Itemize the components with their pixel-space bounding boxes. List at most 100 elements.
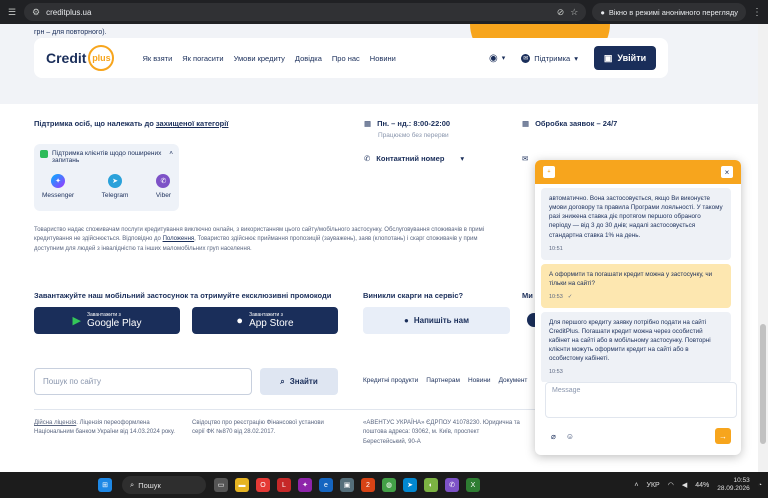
viber-icon: ✆ [156, 174, 171, 188]
viber-link[interactable]: ✆ Viber [156, 174, 171, 199]
url-text: creditplus.ua [46, 7, 92, 17]
page-scrollbar[interactable] [758, 24, 768, 472]
support-card-title: Підтримка клієнтів щодо поширених запита… [52, 150, 162, 164]
wifi-icon[interactable]: ◠ [668, 481, 674, 489]
app-l-icon[interactable]: L [277, 478, 291, 492]
creditplus-logo[interactable]: Credit plus [46, 45, 115, 71]
volume-icon[interactable]: ◀ [682, 481, 687, 489]
send-button[interactable]: → [715, 428, 731, 444]
chat-message-input[interactable]: Message [545, 382, 737, 418]
file-explorer-icon[interactable]: ▬ [235, 478, 249, 492]
clock[interactable]: 10:53 28.09.2026 [717, 477, 750, 494]
viber-icon[interactable]: ✆ [445, 478, 459, 492]
telegram-icon: ➤ [108, 174, 123, 188]
windows-taskbar: ⊞ ⌕ Пошук ▭ ▬ O L ✦ e ▣ 2 ◍ ➤ ◐ ✆ X ˄ УК… [0, 472, 768, 498]
chevron-down-icon[interactable]: ▾ [502, 54, 506, 62]
chat-logo-icon: + [543, 166, 555, 178]
logo-text: Credit [46, 50, 87, 66]
app-store-button[interactable]: ● Завантажити з App Store [192, 307, 338, 334]
protected-category-link[interactable]: захищеної категорії [156, 119, 229, 128]
chrome-icon[interactable]: ◍ [382, 478, 396, 492]
apps-title: Завантажуйте наш мобільний застосунок та… [34, 291, 332, 300]
notification-bell-icon[interactable]: ◔ [758, 482, 762, 489]
apple-icon: ● [236, 314, 244, 327]
footer-link-news[interactable]: Новини [468, 377, 491, 384]
nav-link-about[interactable]: Про нас [332, 54, 360, 63]
login-icon: ▣ [603, 52, 613, 63]
footer-link-products[interactable]: Кредитні продукти [363, 377, 418, 384]
chat-message-bot: автоматично. Вона застосовується, якщо В… [541, 188, 731, 260]
protected-category-row: Підтримка осіб, що належать до захищеної… [34, 119, 228, 128]
site-info-icon[interactable]: ⚙ [32, 7, 40, 18]
support-dropdown[interactable]: ✉ Підтримка ▾ [521, 53, 578, 63]
search-button[interactable]: ⌕ Знайти [260, 368, 338, 395]
scrollbar-thumb[interactable] [760, 324, 766, 444]
login-button[interactable]: ▣ Увійти [594, 46, 656, 70]
contact-dropdown[interactable]: ✆ Контактний номер ▾ [364, 154, 464, 163]
footer-license: Дійсна ліцензія. Ліцензія переоформлена … [34, 419, 184, 438]
messenger-link[interactable]: ✦ Messenger [42, 174, 74, 199]
footer-links: Кредитні продукти Партнерам Новини Докум… [363, 377, 527, 384]
battery-percent[interactable]: 44% [695, 482, 709, 489]
app-icon[interactable]: ▣ [340, 478, 354, 492]
app-store-label: App Store [249, 318, 294, 329]
copilot-icon[interactable]: ✦ [298, 478, 312, 492]
hours-label: Пн. – нд.: 8:00-22:00 [377, 119, 451, 128]
accessibility-eye-icon[interactable]: ◉ [489, 53, 498, 64]
search-icon: ⌕ [280, 376, 285, 386]
notice-line-1: Товариство надає споживачам послуги кред… [34, 227, 485, 233]
footer-link-partners[interactable]: Партнерам [426, 377, 460, 384]
nav-link-how-to-get[interactable]: Як взяти [142, 54, 172, 63]
tray-chevron-icon[interactable]: ˄ [634, 482, 638, 489]
nav-link-help[interactable]: Довідка [295, 54, 322, 63]
chat-header: + × [535, 160, 741, 184]
notice-line-3: доступним для людей з інвалідністю та ін… [34, 245, 252, 252]
message-text: А оформити та погашати кредит можна у за… [549, 270, 713, 287]
taskbar-search[interactable]: ⌕ Пошук [122, 476, 206, 494]
nav-link-how-to-repay[interactable]: Як погасити [182, 54, 223, 63]
chevron-up-icon[interactable]: ˄ [169, 150, 173, 157]
bookmark-star-icon[interactable]: ☆ [570, 7, 578, 18]
language-indicator[interactable]: УКР [647, 482, 660, 489]
opera-icon[interactable]: O [256, 478, 270, 492]
hours-block: ▦ Пн. – нд.: 8:00-22:00 Працюємо без пер… [364, 119, 450, 139]
excel-icon[interactable]: X [466, 478, 480, 492]
message-time: 10:53 [549, 293, 563, 300]
address-bar[interactable]: ⚙ creditplus.ua ⊘ ☆ [24, 3, 587, 21]
read-check-icon: ✓ [567, 293, 573, 300]
menu-icon[interactable]: ☰ [6, 6, 18, 18]
attach-icon[interactable]: ⌀ [551, 432, 556, 441]
nav-link-terms[interactable]: Умови кредиту [234, 54, 285, 63]
telegram-link[interactable]: ➤ Telegram [101, 174, 129, 199]
chat-bubble-icon: ● [404, 316, 409, 325]
write-us-button[interactable]: ● Напишіть нам [363, 307, 510, 334]
notice-line-2-suffix: , Товариство здійснює приймання пропозиц… [194, 236, 478, 243]
cut-section-title: Ми [522, 291, 533, 300]
site-search-input[interactable]: Пошук по сайту [34, 368, 252, 395]
eye-off-icon[interactable]: ⊘ [557, 7, 565, 18]
nav-link-news[interactable]: Новини [370, 54, 396, 63]
viber-label: Viber [155, 192, 171, 199]
windows-start-icon[interactable]: ⊞ [98, 478, 112, 492]
message-text: автоматично. Вона застосовується, якщо В… [549, 195, 723, 239]
task-view-icon[interactable]: ▭ [214, 478, 228, 492]
support-card-head[interactable]: Підтримка клієнтів щодо поширених запита… [40, 150, 173, 164]
license-link[interactable]: Дійсна ліцензія [34, 420, 76, 426]
chat-messages[interactable]: автоматично. Вона застосовується, якщо В… [535, 184, 741, 382]
close-icon[interactable]: × [721, 166, 733, 178]
edge-icon[interactable]: e [319, 478, 333, 492]
browser-toolbar: ☰ ⚙ creditplus.ua ⊘ ☆ ● Вікно в режимі а… [0, 0, 768, 24]
incognito-indicator[interactable]: ● Вікно в режимі анонімного перегляду [592, 3, 746, 21]
telegram-icon[interactable]: ➤ [403, 478, 417, 492]
more-menu-icon[interactable]: ⋮ [752, 7, 762, 18]
incognito-label: Вікно в режимі анонімного перегляду [608, 7, 738, 17]
app-badge-icon[interactable]: 2 [361, 478, 375, 492]
footer-link-documents[interactable]: Документ [499, 377, 528, 384]
app-green-icon[interactable]: ◐ [424, 478, 438, 492]
message-text: Для першого кредиту заявку потрібно пода… [549, 318, 711, 363]
google-play-button[interactable]: ▶ Завантажити з Google Play [34, 307, 180, 334]
emoji-icon[interactable]: ☺ [566, 432, 574, 441]
telegram-label: Telegram [101, 192, 129, 199]
regulation-link[interactable]: Положення [163, 236, 195, 242]
logo-mark: plus [88, 45, 115, 71]
